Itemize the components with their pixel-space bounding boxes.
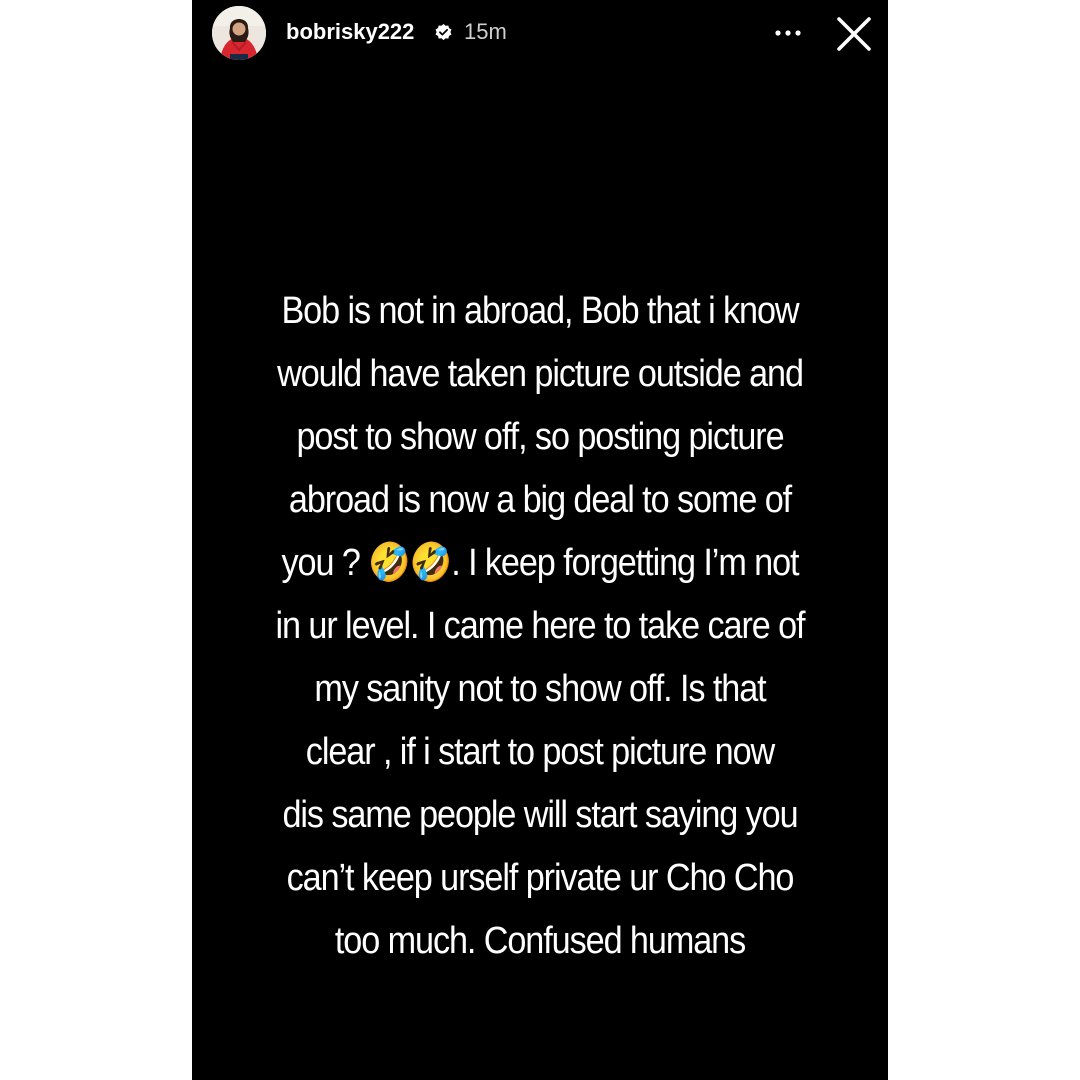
story-text-line: clear , if i start to post picture now (305, 731, 775, 773)
story-text-line: abroad is now a big deal to some of (288, 479, 792, 521)
story-text-line: would have taken picture outside and (277, 353, 804, 395)
verified-badge-icon (435, 23, 452, 41)
story-text-line: Bob is not in abroad, Bob that i know (281, 290, 799, 332)
profile-photo-icon (212, 6, 266, 60)
story-text-line: you ? 🤣🤣. I keep forgetting I’m not (281, 542, 800, 584)
story-timestamp: 15m (464, 19, 507, 44)
story-text-line: too much. Confused humans (334, 920, 746, 962)
more-options-button[interactable] (768, 18, 808, 48)
avatar[interactable] (212, 6, 266, 60)
story-text: Bob is not in abroad, Bob that i know wo… (245, 280, 835, 973)
story-text-line: post to show off, so posting picture (296, 416, 784, 458)
page: bobrisky222 15m Bob is not in abroad, Bo… (0, 0, 1080, 1080)
close-icon (837, 17, 871, 51)
username[interactable]: bobrisky222 (286, 17, 414, 47)
story-text-line: dis same people will start saying you (282, 794, 798, 836)
story-text-line: can’t keep urself private ur Cho Cho (286, 857, 795, 899)
story-header: bobrisky222 15m (192, 0, 888, 66)
story-viewer[interactable]: bobrisky222 15m Bob is not in abroad, Bo… (192, 0, 888, 1080)
more-horizontal-icon (775, 30, 801, 36)
close-button[interactable] (832, 12, 876, 56)
story-text-line: in ur level. I came here to take care of (275, 605, 805, 647)
story-text-line: my sanity not to show off. Is that (314, 668, 766, 710)
